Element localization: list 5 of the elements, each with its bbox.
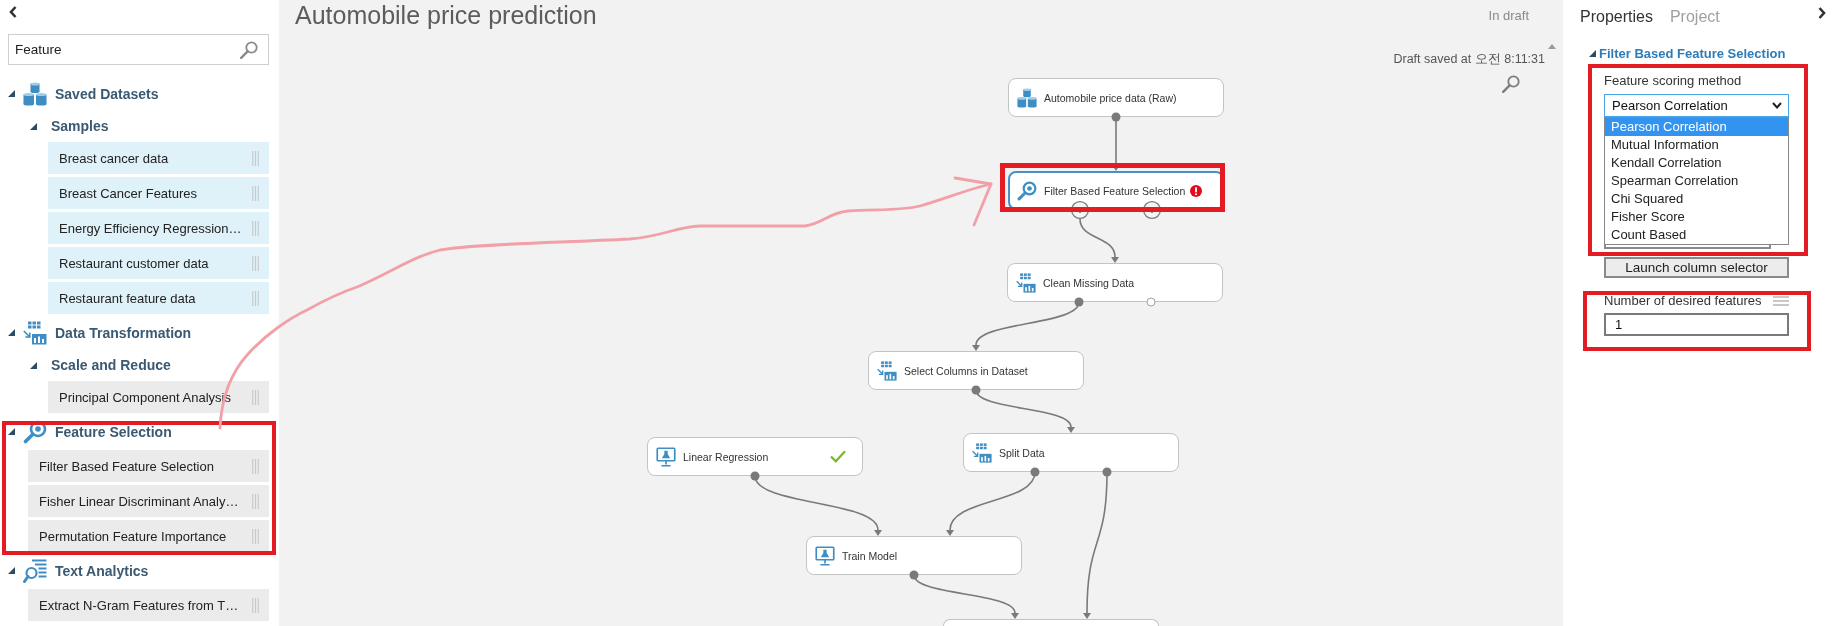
experiment-title: Automobile price prediction bbox=[295, 0, 597, 30]
draft-status: In draft bbox=[1488, 7, 1529, 23]
field-label: Feature scoring method bbox=[1604, 73, 1743, 89]
field-label: Number of desired features bbox=[1604, 293, 1762, 309]
save-status: Draft saved at 오전 8:11:31 bbox=[1393, 52, 1545, 66]
